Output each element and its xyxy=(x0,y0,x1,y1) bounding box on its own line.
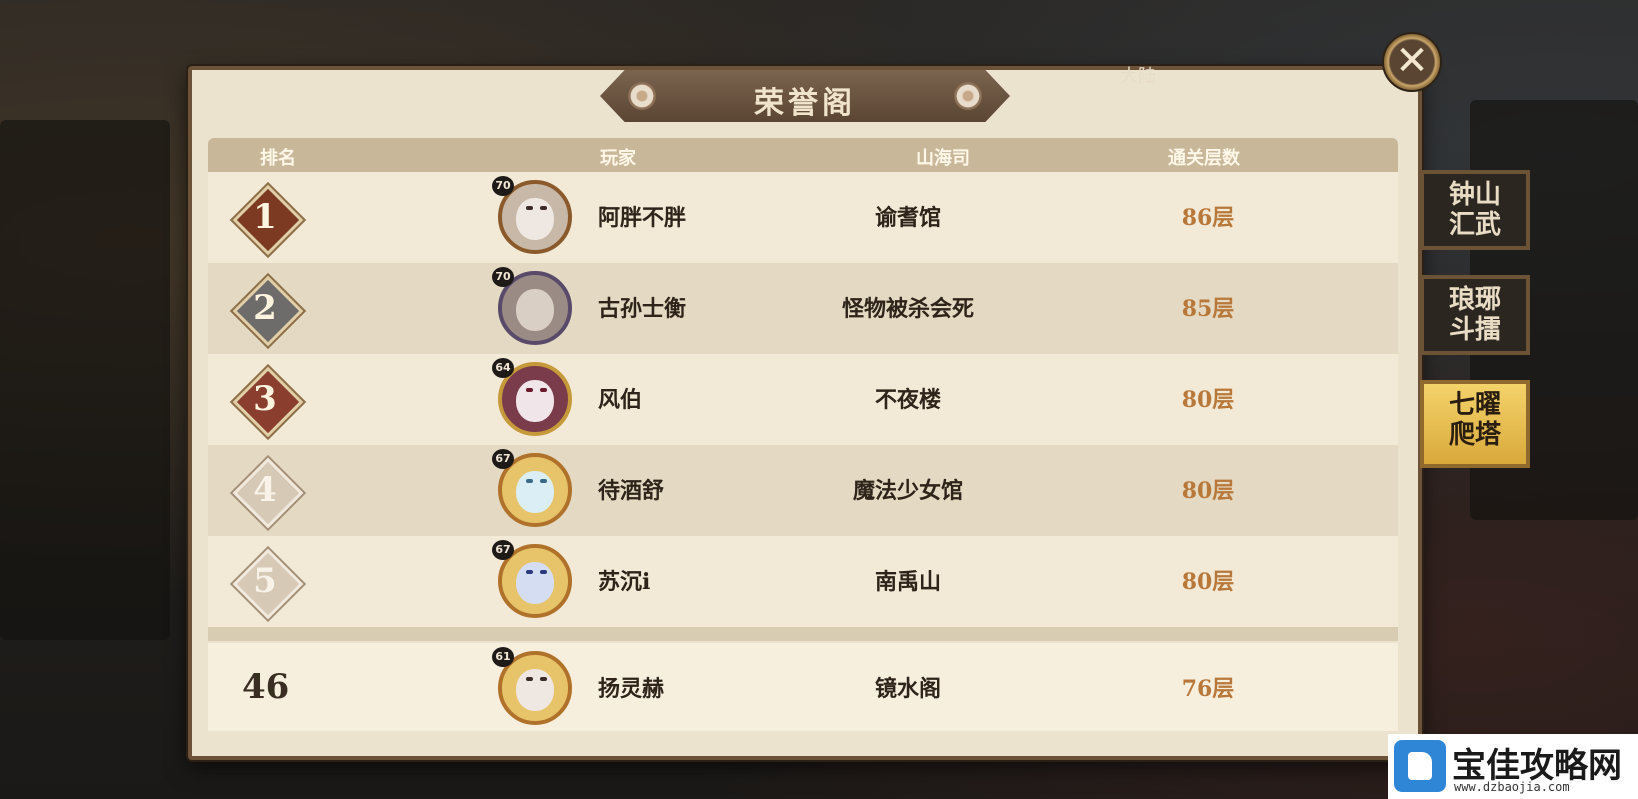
tab-label: 钟山 xyxy=(1448,180,1501,210)
rank-badge: 4 xyxy=(232,457,304,529)
header-rank: 排名 xyxy=(260,148,296,169)
floors-cleared: 80层 xyxy=(1181,478,1235,504)
tab-zhongshan-huiwu[interactable]: 钟山 汇武 xyxy=(1420,170,1530,250)
site-logo: 宝佳攻略网 www.dzbaojia.com xyxy=(1388,734,1638,799)
table-row[interactable]: 5 67 苏沉i 南禹山 80层 xyxy=(208,536,1398,627)
table-row[interactable]: 1 70 阿胖不胖 谕耆馆 86层 xyxy=(208,172,1398,263)
logo-url: www.dzbaojia.com xyxy=(1454,780,1570,794)
level-badge: 64 xyxy=(492,358,514,378)
rank-badge: 3 xyxy=(232,366,304,438)
panel-title: 荣誉阁 xyxy=(754,86,856,121)
tab-langya-doulei[interactable]: 琅琊 斗擂 xyxy=(1420,275,1530,355)
header-floors: 通关层数 xyxy=(1168,148,1240,169)
tab-label: 琅琊 xyxy=(1448,285,1501,315)
tab-label: 汇武 xyxy=(1448,210,1501,240)
tab-label: 爬塔 xyxy=(1448,420,1501,450)
guild-name: 怪物被杀会死 xyxy=(841,296,974,322)
floors-cleared: 80层 xyxy=(1181,387,1235,413)
player-name: 古孙士衡 xyxy=(598,296,687,322)
row-separator xyxy=(208,627,1398,641)
player-name: 待酒舒 xyxy=(598,478,665,504)
background-ui-shadow xyxy=(0,120,170,640)
tab-label: 斗擂 xyxy=(1448,315,1501,345)
rank-badge: 1 xyxy=(232,184,304,256)
region-label: 大陆 xyxy=(1120,66,1156,87)
table-header: 排名 玩家 山海司 通关层数 xyxy=(208,138,1398,172)
tab-qiyao-pata[interactable]: 七曜 爬塔 xyxy=(1420,380,1530,468)
level-badge: 70 xyxy=(492,267,514,287)
tab-label: 七曜 xyxy=(1448,390,1501,420)
table-row[interactable]: 3 64 风伯 不夜楼 80层 xyxy=(208,354,1398,445)
floors-cleared: 86层 xyxy=(1181,205,1235,231)
my-rank: 46 xyxy=(242,667,290,707)
level-badge: 61 xyxy=(492,647,514,667)
close-button[interactable]: ✕ xyxy=(1382,32,1442,92)
level-badge: 70 xyxy=(492,176,514,196)
level-badge: 67 xyxy=(492,540,514,560)
close-icon: ✕ xyxy=(1395,38,1429,84)
table-row[interactable]: 4 67 待酒舒 魔法少女馆 80层 xyxy=(208,445,1398,536)
floors-cleared: 85层 xyxy=(1181,296,1235,322)
floors-cleared: 80层 xyxy=(1181,569,1235,595)
table-row[interactable]: 2 70 古孙士衡 怪物被杀会死 85层 xyxy=(208,263,1398,354)
floors-cleared: 76层 xyxy=(1181,676,1235,702)
thumbs-up-icon xyxy=(1394,740,1446,792)
player-name: 扬灵赫 xyxy=(598,676,665,702)
guild-name: 谕耆馆 xyxy=(874,205,941,231)
rank-badge: 5 xyxy=(232,548,304,620)
guild-name: 镜水阁 xyxy=(874,676,941,702)
guild-name: 南禹山 xyxy=(874,569,941,595)
guild-name: 魔法少女馆 xyxy=(852,478,963,504)
header-player: 玩家 xyxy=(600,148,636,169)
player-name: 风伯 xyxy=(598,387,643,413)
title-banner: 荣誉阁 xyxy=(600,70,1010,122)
player-name: 苏沉i xyxy=(598,569,651,595)
my-rank-row[interactable]: 46 61 扬灵赫 镜水阁 76层 xyxy=(208,643,1398,731)
header-guild: 山海司 xyxy=(916,148,970,169)
player-name: 阿胖不胖 xyxy=(598,205,687,231)
rank-badge: 2 xyxy=(232,275,304,347)
level-badge: 67 xyxy=(492,449,514,469)
guild-name: 不夜楼 xyxy=(874,387,941,413)
